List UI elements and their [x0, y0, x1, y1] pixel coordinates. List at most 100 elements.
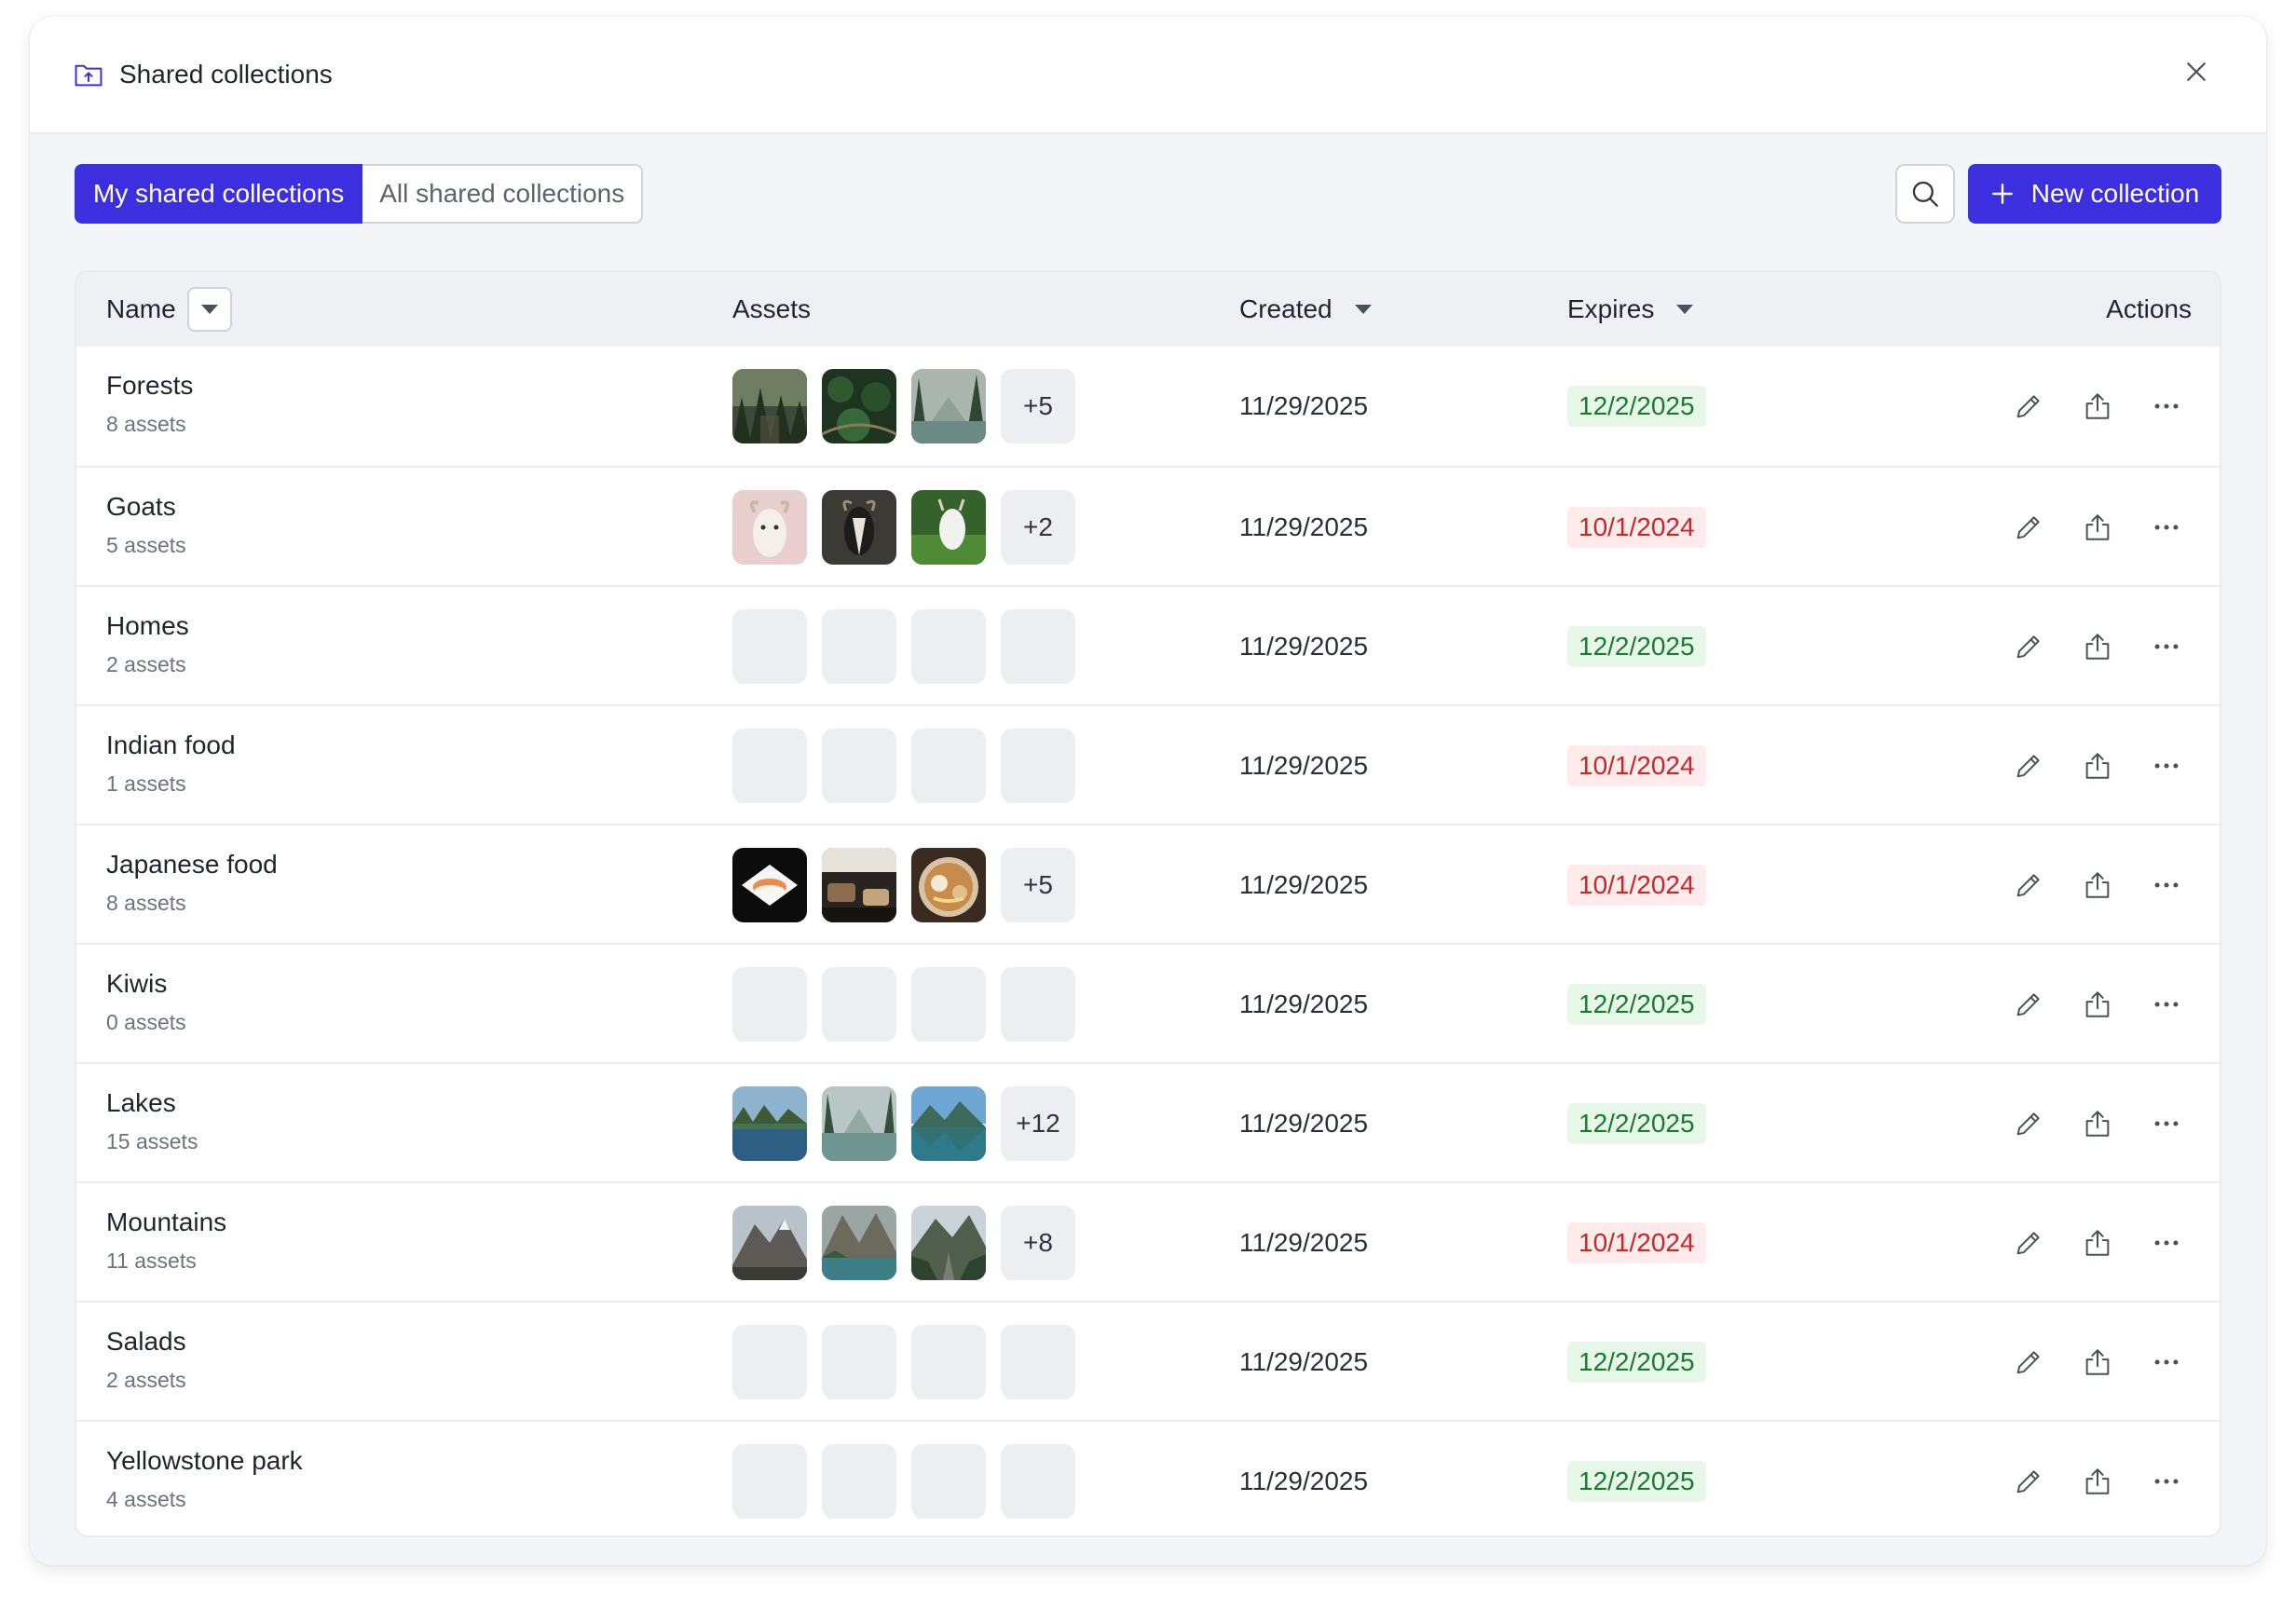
asset-thumbnail[interactable] — [822, 848, 896, 922]
more-options-icon[interactable] — [2151, 750, 2182, 782]
asset-thumbnail[interactable] — [732, 1206, 807, 1280]
share-icon[interactable] — [2082, 1108, 2113, 1139]
table-row[interactable]: Yellowstone park 4 assets 11/29/2025 12/… — [76, 1420, 2220, 1535]
asset-thumbnail[interactable] — [732, 1086, 807, 1161]
collection-name[interactable]: Homes — [106, 611, 189, 641]
asset-thumbnail[interactable] — [822, 490, 896, 565]
edit-icon[interactable] — [2013, 1346, 2044, 1378]
more-options-icon[interactable] — [2151, 1346, 2182, 1378]
collection-name[interactable]: Lakes — [106, 1088, 198, 1118]
asset-thumbnail[interactable] — [732, 848, 807, 922]
name-sort-button[interactable] — [186, 287, 232, 332]
collection-name-cell: Kiwis 0 assets — [106, 969, 186, 1035]
column-expires[interactable]: Expires — [1567, 272, 1694, 347]
table-row[interactable]: Lakes 15 assets +12 11/29/2025 12/2/2025 — [76, 1062, 2220, 1181]
collection-name[interactable]: Indian food — [106, 730, 236, 760]
share-icon[interactable] — [2082, 1466, 2113, 1497]
column-name: Name — [106, 272, 232, 347]
collection-name[interactable]: Salads — [106, 1327, 186, 1357]
expires-badge: 10/1/2024 — [1567, 865, 1706, 906]
edit-icon[interactable] — [2013, 390, 2044, 422]
asset-thumbnail[interactable] — [911, 1086, 986, 1161]
share-icon[interactable] — [2082, 390, 2113, 422]
collection-name[interactable]: Kiwis — [106, 969, 186, 999]
more-options-icon[interactable] — [2151, 390, 2182, 422]
search-button[interactable] — [1895, 164, 1955, 224]
tab-my-shared-collections[interactable]: My shared collections — [75, 164, 363, 224]
share-icon[interactable] — [2082, 512, 2113, 543]
more-assets-count[interactable]: +2 — [1001, 490, 1075, 565]
plus-icon — [1990, 182, 2015, 206]
more-options-icon[interactable] — [2151, 869, 2182, 901]
more-options-icon[interactable] — [2151, 989, 2182, 1020]
column-actions-label: Actions — [2106, 294, 2192, 323]
expires-cell: 10/1/2024 — [1567, 468, 1706, 587]
share-icon[interactable] — [2082, 1346, 2113, 1378]
column-created-label: Created — [1239, 294, 1332, 323]
column-created[interactable]: Created — [1239, 272, 1372, 347]
more-assets-count[interactable]: +5 — [1001, 848, 1075, 922]
dialog-title: Shared collections — [119, 60, 333, 89]
tab-all-shared-collections[interactable]: All shared collections — [362, 164, 644, 224]
edit-icon[interactable] — [2013, 989, 2044, 1020]
asset-thumbnail[interactable] — [732, 369, 807, 443]
share-icon[interactable] — [2082, 631, 2113, 662]
more-options-icon[interactable] — [2151, 1227, 2182, 1259]
edit-icon[interactable] — [2013, 1466, 2044, 1497]
expires-cell: 12/2/2025 — [1567, 1064, 1706, 1183]
sort-down-icon[interactable] — [1676, 305, 1694, 314]
asset-thumbnail[interactable] — [732, 490, 807, 565]
new-collection-label: New collection — [2030, 179, 2200, 208]
row-actions — [2013, 706, 2182, 825]
edit-icon[interactable] — [2013, 1227, 2044, 1259]
more-options-icon[interactable] — [2151, 1108, 2182, 1139]
table-row[interactable]: Salads 2 assets 11/29/2025 12/2/2025 — [76, 1301, 2220, 1420]
more-options-icon[interactable] — [2151, 512, 2182, 543]
sort-down-icon[interactable] — [1354, 305, 1372, 314]
asset-count: 8 assets — [106, 891, 186, 915]
asset-thumbnail[interactable] — [822, 1086, 896, 1161]
created-date: 11/29/2025 — [1239, 1228, 1369, 1257]
edit-icon[interactable] — [2013, 1108, 2044, 1139]
more-assets-count[interactable]: +5 — [1001, 369, 1075, 443]
asset-placeholder — [732, 729, 807, 803]
close-icon[interactable] — [2182, 58, 2210, 86]
asset-thumbnail[interactable] — [822, 369, 896, 443]
table-row[interactable]: Goats 5 assets +2 11/29/2025 10/1/2024 — [76, 466, 2220, 585]
share-icon[interactable] — [2082, 750, 2113, 782]
table-row[interactable]: Kiwis 0 assets 11/29/2025 12/2/2025 — [76, 943, 2220, 1062]
chevron-down-icon — [200, 305, 218, 314]
new-collection-button[interactable]: New collection — [1968, 164, 2221, 224]
table-row[interactable]: Japanese food 8 assets +5 11/29/2025 10/… — [76, 824, 2220, 943]
edit-icon[interactable] — [2013, 512, 2044, 543]
created-date: 11/29/2025 — [1239, 512, 1369, 541]
share-icon[interactable] — [2082, 1227, 2113, 1259]
share-icon[interactable] — [2082, 869, 2113, 901]
table-row[interactable]: Forests 8 assets +5 11/29/2025 12/2/2025 — [76, 347, 2220, 466]
expires-badge: 10/1/2024 — [1567, 507, 1706, 548]
more-options-icon[interactable] — [2151, 1466, 2182, 1497]
collection-name[interactable]: Forests — [106, 371, 193, 401]
edit-icon[interactable] — [2013, 869, 2044, 901]
more-assets-count[interactable]: +8 — [1001, 1206, 1075, 1280]
edit-icon[interactable] — [2013, 631, 2044, 662]
table-row[interactable]: Homes 2 assets 11/29/2025 12/2/2025 — [76, 585, 2220, 704]
edit-icon[interactable] — [2013, 750, 2044, 782]
collection-name[interactable]: Japanese food — [106, 850, 278, 880]
collection-name[interactable]: Yellowstone park — [106, 1446, 303, 1476]
asset-thumbnail[interactable] — [822, 1206, 896, 1280]
table-row[interactable]: Mountains 11 assets +8 11/29/2025 10/1/2… — [76, 1181, 2220, 1301]
collection-name[interactable]: Goats — [106, 492, 186, 522]
more-options-icon[interactable] — [2151, 631, 2182, 662]
share-icon[interactable] — [2082, 989, 2113, 1020]
asset-count: 8 assets — [106, 412, 186, 436]
more-assets-count[interactable]: +12 — [1001, 1086, 1075, 1161]
asset-thumbnail[interactable] — [911, 1206, 986, 1280]
asset-thumbnail[interactable] — [911, 369, 986, 443]
table-row[interactable]: Indian food 1 assets 11/29/2025 10/1/202… — [76, 704, 2220, 824]
collection-name[interactable]: Mountains — [106, 1208, 226, 1237]
asset-thumbnails: +2 — [732, 490, 1075, 565]
created-date: 11/29/2025 — [1239, 870, 1369, 899]
asset-thumbnail[interactable] — [911, 848, 986, 922]
asset-thumbnail[interactable] — [911, 490, 986, 565]
